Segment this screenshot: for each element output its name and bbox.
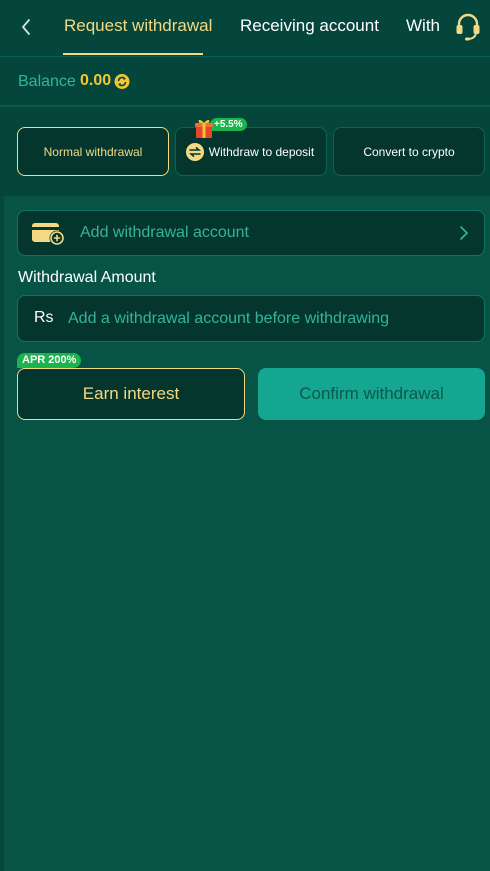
withdrawal-amount-input[interactable]	[68, 296, 478, 341]
tab-withdrawal-records[interactable]: With	[406, 15, 440, 37]
method-label: Normal withdrawal	[43, 144, 143, 159]
apr-badge: APR 200%	[17, 353, 82, 368]
earn-interest-button[interactable]: Earn interest	[17, 368, 245, 420]
confirm-withdrawal-button[interactable]: Confirm withdrawal	[258, 368, 485, 420]
tab-receiving-account[interactable]: Receiving account	[240, 15, 379, 37]
withdrawal-amount-label: Withdrawal Amount	[18, 269, 156, 286]
add-account-label: Add withdrawal account	[80, 224, 249, 241]
chevron-right-icon	[460, 226, 468, 240]
withdrawal-amount-field[interactable]: Rs	[17, 295, 485, 342]
currency-symbol: Rs	[34, 309, 54, 326]
refresh-icon[interactable]	[114, 73, 130, 90]
withdrawal-page: Request withdrawal Receiving account Wit…	[0, 0, 490, 871]
method-label: Convert to crypto	[363, 144, 455, 159]
confirm-withdrawal-label: Confirm withdrawal	[299, 384, 444, 403]
active-tab-indicator	[63, 53, 203, 55]
card-add-icon	[32, 223, 65, 246]
add-withdrawal-account-button[interactable]: Add withdrawal account	[17, 210, 485, 256]
gift-icon	[195, 119, 213, 138]
balance-row: Balance 0.00	[0, 57, 490, 106]
chevron-left-icon	[22, 19, 30, 35]
support-button[interactable]	[452, 10, 484, 44]
earn-interest-label: Earn interest	[82, 384, 180, 403]
bonus-badge: +5.5%	[210, 118, 247, 131]
top-nav: Request withdrawal Receiving account Wit…	[0, 0, 490, 57]
left-edge-shade	[0, 196, 4, 871]
headset-icon	[456, 13, 480, 41]
method-normal-withdrawal[interactable]: Normal withdrawal	[17, 127, 169, 176]
balance-value: 0.00	[80, 72, 112, 89]
swap-icon	[185, 142, 204, 161]
method-convert-to-crypto[interactable]: Convert to crypto	[333, 127, 485, 176]
tab-request-withdrawal[interactable]: Request withdrawal	[64, 15, 212, 37]
balance-label: Balance	[18, 73, 76, 90]
method-label: Withdraw to deposit	[208, 144, 315, 159]
back-button[interactable]	[14, 14, 38, 40]
